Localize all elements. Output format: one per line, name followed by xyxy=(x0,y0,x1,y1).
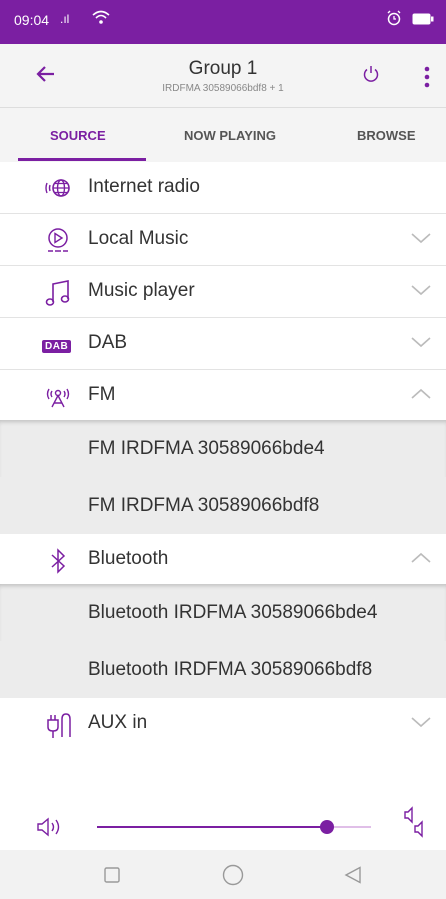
tab-browse[interactable]: BROWSE xyxy=(357,128,416,143)
source-bluetooth[interactable]: Bluetooth xyxy=(0,534,446,585)
source-music-player[interactable]: Music player xyxy=(0,266,446,318)
source-label: FM xyxy=(88,384,116,405)
source-dab[interactable]: DAB DAB xyxy=(0,318,446,370)
bluetooth-device-item[interactable]: Bluetooth IRDFMA 30589066bdf8 xyxy=(0,641,446,699)
source-label: AUX in xyxy=(88,712,148,733)
chevron-down-icon[interactable] xyxy=(410,231,432,250)
signal-icon: .ıl xyxy=(60,12,70,26)
status-right-icons xyxy=(386,10,434,31)
tab-bar: SOURCE NOW PLAYING BROWSE xyxy=(0,108,446,163)
local-music-icon xyxy=(44,227,72,253)
battery-icon xyxy=(412,12,434,30)
chevron-down-icon[interactable] xyxy=(410,335,432,354)
fm-device-item[interactable]: FM IRDFMA 30589066bdf8 xyxy=(0,477,446,535)
chevron-down-icon[interactable] xyxy=(410,715,432,734)
power-button[interactable] xyxy=(361,64,381,89)
chevron-up-icon[interactable] xyxy=(410,551,432,570)
tab-source[interactable]: SOURCE xyxy=(50,128,106,143)
fm-radio-icon xyxy=(44,383,72,409)
source-label: Music player xyxy=(88,280,195,301)
recent-apps-icon[interactable] xyxy=(104,867,120,888)
source-internet-radio[interactable]: Internet radio xyxy=(0,162,446,214)
fm-device-item[interactable]: FM IRDFMA 30589066bde4 xyxy=(0,420,446,478)
group-volume-icon[interactable] xyxy=(403,806,433,847)
active-tab-indicator xyxy=(18,158,146,161)
volume-slider-fill xyxy=(97,826,328,828)
system-nav-bar xyxy=(0,850,446,899)
volume-icon[interactable] xyxy=(36,816,66,843)
device-label: FM IRDFMA 30589066bdf8 xyxy=(88,495,320,516)
back-nav-icon[interactable] xyxy=(344,866,362,889)
device-label: Bluetooth IRDFMA 30589066bdf8 xyxy=(88,659,373,680)
volume-slider[interactable] xyxy=(97,820,371,834)
more-options-icon[interactable] xyxy=(424,66,430,93)
bluetooth-device-item[interactable]: Bluetooth IRDFMA 30589066bde4 xyxy=(0,584,446,642)
dab-icon-text: DAB xyxy=(42,340,72,353)
home-icon[interactable] xyxy=(222,864,244,891)
tab-now-playing[interactable]: NOW PLAYING xyxy=(184,128,276,143)
source-aux-in[interactable]: AUX in xyxy=(0,698,446,749)
volume-slider-knob[interactable] xyxy=(320,820,335,834)
device-label: FM IRDFMA 30589066bde4 xyxy=(88,438,325,459)
source-fm[interactable]: FM xyxy=(0,370,446,421)
app-bar: Group 1 IRDFMA 30589066bdf8 + 1 xyxy=(0,44,446,108)
alarm-icon xyxy=(386,10,402,31)
globe-radio-icon xyxy=(44,175,72,201)
source-local-music[interactable]: Local Music xyxy=(0,214,446,266)
bluetooth-icon xyxy=(44,547,72,574)
source-label: DAB xyxy=(88,332,128,353)
source-label: Internet radio xyxy=(88,176,200,197)
source-label: Local Music xyxy=(88,228,189,249)
music-note-icon xyxy=(44,279,72,306)
aux-plug-icon xyxy=(44,711,72,738)
volume-bar xyxy=(0,796,446,848)
dab-icon: DAB xyxy=(42,336,74,353)
chevron-up-icon[interactable] xyxy=(410,387,432,406)
source-label: Bluetooth xyxy=(88,548,169,569)
status-time: 09:04 xyxy=(14,12,50,28)
status-bar: 09:04 .ıl xyxy=(0,0,446,44)
wifi-icon xyxy=(92,9,110,30)
chevron-down-icon[interactable] xyxy=(410,283,432,302)
device-label: Bluetooth IRDFMA 30589066bde4 xyxy=(88,602,378,623)
